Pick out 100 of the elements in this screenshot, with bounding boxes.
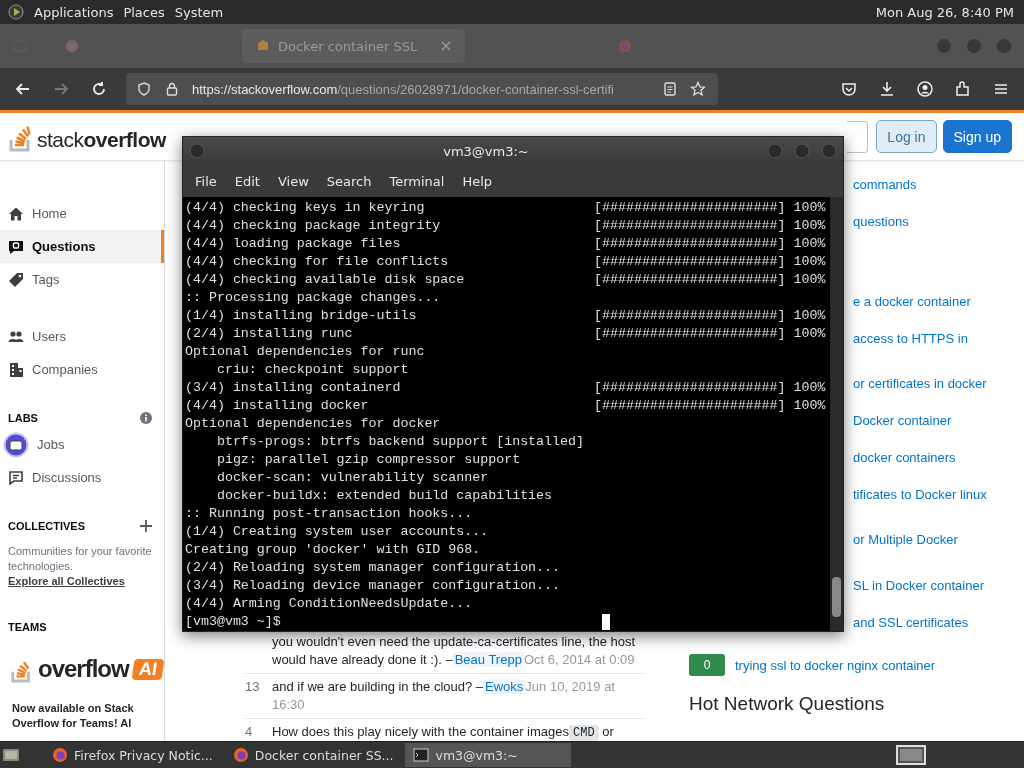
taskbar-item[interactable]: Firefox Privacy Notic... — [44, 743, 221, 767]
panel-menu[interactable]: Places — [123, 4, 165, 20]
related-question-link[interactable]: SL in Docker container — [853, 577, 985, 615]
terminal-line: (4/4) checking for file conflicts — [185, 253, 450, 271]
tab-favicon-icon — [256, 39, 270, 53]
related-question-link[interactable]: questions — [853, 213, 909, 295]
terminal-line: Optional dependencies for runc — [185, 343, 426, 361]
progress-text: [######################] 100% — [594, 235, 826, 253]
taskbar-item[interactable]: vm3@vm3:~ — [405, 743, 572, 767]
nav-item[interactable]: Companies — [0, 353, 164, 386]
download-icon[interactable] — [878, 80, 896, 98]
shield-icon[interactable] — [136, 81, 152, 97]
related-question-link[interactable]: commands — [853, 177, 917, 214]
comment-text: How does this play nicely with the container images CMD or — [272, 723, 615, 741]
terminal-line: docker-buildx: extended build capabilities — [215, 487, 554, 505]
section-heading: TEAMS — [8, 621, 47, 633]
reload-icon[interactable] — [90, 80, 108, 98]
section-heading: LABS — [8, 412, 38, 424]
menu-item[interactable]: Edit — [234, 173, 260, 189]
lock-icon — [164, 81, 180, 97]
address-bar[interactable]: https://stackoverflow.com/questions/26028971/docker-container-ssl-certifi — [126, 73, 718, 105]
related-question-link[interactable]: or Multiple Docker — [853, 532, 958, 578]
progress-text: [######################] 100% — [594, 271, 826, 289]
related-question-link[interactable]: Docker container — [853, 413, 952, 450]
browser-icon — [232, 747, 249, 763]
app-menu-icon[interactable] — [8, 4, 24, 20]
terminal-window[interactable] — [182, 136, 844, 632]
terminal-line: (4/4) Arming ConditionNeedsUpdate... — [185, 595, 474, 613]
signup-button[interactable]: Sign up — [942, 120, 1012, 153]
terminal-line: (3/4) installing containerd — [185, 379, 402, 397]
terminal-line: (1/4) installing bridge-utils — [185, 307, 418, 325]
info-icon[interactable] — [140, 412, 152, 424]
related-question-link[interactable]: or certificates in docker — [853, 376, 987, 414]
section-heading: Hot Network Questions — [689, 693, 886, 715]
terminal-line: (4/4) installing docker — [185, 397, 370, 415]
show-desktop-icon[interactable] — [2, 746, 20, 764]
login-button[interactable]: Log in — [876, 120, 937, 153]
nav-item[interactable]: Users — [0, 320, 164, 353]
url-text: https://stackoverflow.com/questions/26028971/docker-container-ssl-certifi — [192, 81, 614, 97]
comment-score: 4 — [245, 724, 253, 739]
user-link[interactable]: Beau Trepp — [452, 652, 524, 667]
terminal-line: (4/4) checking package integrity — [185, 217, 442, 235]
menu-item[interactable]: View — [277, 173, 309, 189]
menu-item[interactable]: File — [195, 173, 217, 189]
terminal-line: (1/4) Creating system user accounts... — [185, 523, 490, 541]
terminal-line: :: Running post-transaction hooks... — [185, 505, 474, 523]
inline-code: CMD — [569, 725, 599, 741]
user-link[interactable]: Ewoks — [483, 679, 526, 694]
extensions-icon[interactable] — [954, 80, 972, 98]
progress-text: [######################] 100% — [594, 397, 826, 415]
site-logo[interactable]: stackoverflow — [8, 121, 166, 152]
workspace-switcher-icon[interactable] — [896, 745, 926, 765]
window-title: vm3@vm3:~ — [442, 143, 530, 159]
nav-item[interactable]: Jobs — [0, 428, 164, 461]
nav-item[interactable]: Questions — [0, 230, 164, 263]
nav-item[interactable]: Discussions — [0, 461, 164, 494]
nav-item[interactable]: Home — [0, 197, 164, 230]
menu-item[interactable]: Help — [462, 173, 493, 189]
nav-item[interactable]: Tags — [0, 263, 164, 296]
scrollbar[interactable] — [830, 197, 843, 631]
account-icon[interactable] — [916, 80, 934, 98]
related-question-link[interactable]: and SSL certificates — [853, 614, 969, 652]
building-icon — [8, 361, 24, 378]
reader-view-icon[interactable] — [662, 81, 678, 97]
related-question-link[interactable]: e a docker container — [853, 294, 971, 331]
related-question-link[interactable]: access to HTTPS in — [853, 330, 968, 377]
taskbar-item[interactable]: Docker container SS... — [224, 743, 402, 767]
comment-text: and if we are building in the cloud? –EwoksJun 10, 2019 at 16:30 — [272, 678, 616, 714]
panel-menu[interactable]: System — [174, 4, 224, 20]
section-heading: COLLECTIVES — [8, 520, 85, 532]
panel-menu[interactable]: Applications — [34, 4, 114, 20]
menu-item[interactable]: Search — [326, 173, 372, 189]
related-question-link[interactable]: trying ssl to docker nginx container — [735, 657, 936, 673]
score-badge: 0 — [689, 654, 725, 677]
terminal-prompt: [vm3@vm3 ~]$ — [185, 613, 282, 631]
plus-icon[interactable] — [140, 520, 152, 532]
related-question-link[interactable]: tificates to Docker linux — [853, 486, 987, 533]
teams-promo-text: Now available on Stack Overflow for Teams! AI — [12, 701, 135, 731]
progress-text: [######################] 100% — [594, 253, 826, 271]
terminal-line: pigz: parallel gzip compressor support — [215, 451, 522, 469]
terminal-line: Creating group 'docker' with GID 968. — [185, 541, 482, 559]
progress-text: [######################] 100% — [594, 325, 826, 343]
comment-text: you wouldn't even need the update-ca-certificates line, the host would have already done it :). –Beau TreppOct 6, 2014 at 0:09 — [272, 633, 637, 669]
menu-item[interactable]: Terminal — [389, 173, 445, 189]
users-icon — [8, 328, 24, 345]
browser-icon — [52, 747, 68, 763]
search-field[interactable] — [847, 120, 869, 153]
collectives-description: Communities for your favorite technologies. Explore all Collectives — [8, 544, 153, 589]
related-question-link[interactable]: docker containers — [853, 449, 956, 487]
terminal-line: (2/4) Reloading system manager configuration... — [185, 559, 562, 577]
terminal-line: (2/4) installing runc — [185, 325, 354, 343]
star-icon[interactable] — [690, 81, 706, 97]
terminal-line: (4/4) checking available disk space — [185, 271, 466, 289]
explore-collectives-link[interactable]: Explore all Collectives — [8, 575, 125, 587]
overflow-ai-logo[interactable]: overflow AI — [10, 655, 164, 683]
pocket-icon[interactable] — [840, 80, 858, 98]
terminal-line: docker-scan: vulnerability scanner — [215, 469, 490, 487]
question-icon — [8, 238, 24, 255]
home-icon — [8, 205, 24, 222]
terminal-line: criu: checkpoint support — [215, 361, 410, 379]
